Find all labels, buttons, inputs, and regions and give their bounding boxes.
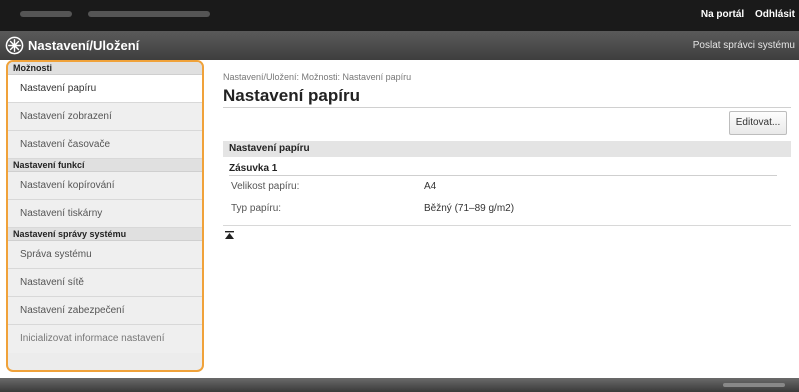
content-divider — [223, 225, 791, 226]
sidebar-item-network-settings[interactable]: Nastavení sítě — [8, 269, 202, 297]
edit-button[interactable]: Editovat... — [729, 111, 787, 135]
sidebar-menu: Možnosti Nastavení papíru Nastavení zobr… — [6, 60, 204, 372]
portal-link[interactable]: Na portál — [701, 9, 744, 20]
page-section-title: Nastavení/Uložení — [28, 38, 140, 53]
sidebar-item-timer-settings[interactable]: Nastavení časovače — [8, 131, 202, 159]
logout-link[interactable]: Odhlásit — [755, 9, 795, 20]
sidebar-heading-system-management: Nastavení správy systému — [8, 228, 202, 241]
breadcrumb: Nastavení/Uložení: Možnosti: Nastavení p… — [223, 72, 412, 82]
settings-registration-icon — [5, 36, 24, 55]
sidebar-item-paper-settings[interactable]: Nastavení papíru — [8, 75, 202, 103]
sidebar-item-initialize-settings[interactable]: Inicializovat informace nastavení — [8, 325, 202, 353]
sidebar-item-copy-settings[interactable]: Nastavení kopírování — [8, 172, 202, 200]
sidebar-heading-function-settings: Nastavení funkcí — [8, 159, 202, 172]
section-heading-paper-settings: Nastavení papíru — [223, 141, 791, 157]
sidebar-item-security-settings[interactable]: Nastavení zabezpečení — [8, 297, 202, 325]
title-bar: Nastavení/Uložení Poslat správci systému — [0, 31, 799, 60]
sidebar-heading-options: Možnosti — [8, 62, 202, 75]
paper-type-value: Běžný (71–89 g/m2) — [424, 203, 515, 214]
top-bar: Na portál Odhlásit — [0, 0, 799, 31]
blurred-device-model — [88, 11, 210, 17]
send-to-admin-link[interactable]: Poslat správci systému — [693, 40, 795, 51]
sidebar-item-system-management[interactable]: Správa systému — [8, 241, 202, 269]
sidebar-item-display-settings[interactable]: Nastavení zobrazení — [8, 103, 202, 131]
title-divider — [223, 107, 791, 108]
footer-bar — [0, 378, 799, 392]
drawer-title: Zásuvka 1 — [229, 163, 278, 174]
to-top-icon[interactable] — [225, 231, 234, 239]
blurred-device-name — [20, 11, 72, 17]
sidebar-item-printer-settings[interactable]: Nastavení tiskárny — [8, 200, 202, 228]
paper-size-label: Velikost papíru: — [231, 181, 300, 192]
paper-size-value: A4 — [424, 181, 437, 192]
drawer-divider — [229, 175, 777, 176]
blurred-copyright — [723, 383, 785, 387]
paper-type-label: Typ papíru: — [231, 203, 282, 214]
page-title: Nastavení papíru — [223, 86, 360, 105]
top-links: Na portál Odhlásit — [693, 9, 795, 20]
